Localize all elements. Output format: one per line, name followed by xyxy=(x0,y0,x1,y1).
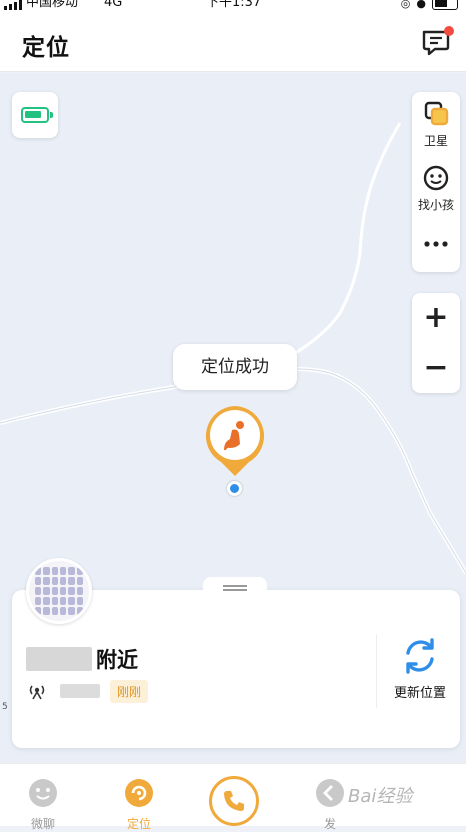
map-toolbar: 卫星 找小孩 xyxy=(412,92,460,272)
page-title: 定位 xyxy=(22,35,70,61)
child-avatar[interactable] xyxy=(26,558,92,624)
tab-location[interactable]: 定位 xyxy=(109,778,169,832)
divider xyxy=(376,634,377,708)
child-location-pin-icon[interactable] xyxy=(202,404,268,478)
more-icon xyxy=(424,241,448,247)
zoom-controls: + − xyxy=(412,293,460,393)
refresh-icon xyxy=(406,638,434,674)
alarm-icon: ● xyxy=(416,0,426,10)
tab-send-label: 发 xyxy=(323,817,336,831)
status-bar: 中国移动 4G 下午1:37 ◎ ● xyxy=(0,0,466,14)
refresh-location-button[interactable]: 更新位置 xyxy=(382,636,458,701)
tab-location-label: 定位 xyxy=(126,817,151,831)
redacted-address xyxy=(26,647,92,671)
satellite-button[interactable]: 卫星 xyxy=(412,100,460,149)
carrier-name: 中国移动 xyxy=(26,0,79,10)
place-name: 附近 xyxy=(26,644,138,674)
location-tab-icon xyxy=(125,779,153,807)
zoom-in-button[interactable]: + xyxy=(412,293,460,343)
battery-icon xyxy=(432,0,458,10)
location-success-bubble: 定位成功 xyxy=(173,344,297,390)
find-child-icon xyxy=(423,165,449,191)
map-scale-label: 5 xyxy=(2,702,8,712)
chat-face-icon xyxy=(29,779,57,807)
battery-status-button[interactable] xyxy=(12,92,58,138)
refresh-label: 更新位置 xyxy=(393,686,446,701)
phone-icon xyxy=(224,791,244,811)
tab-chat-label: 微聊 xyxy=(30,817,55,831)
network-type: 4G xyxy=(104,0,123,10)
signal-icon xyxy=(4,0,22,10)
clock: 下午1:37 xyxy=(206,0,262,10)
find-child-button[interactable]: 找小孩 xyxy=(412,164,460,213)
time-badge: 刚刚 xyxy=(110,679,149,703)
send-tab-icon xyxy=(316,779,344,807)
card-drag-handle[interactable] xyxy=(203,577,267,597)
satellite-icon xyxy=(424,101,449,126)
message-button[interactable] xyxy=(420,26,454,58)
signal-tower-icon xyxy=(29,685,45,700)
app-header: 定位 xyxy=(0,14,466,72)
watermark: Bai经验 xyxy=(348,786,413,807)
satellite-label: 卫星 xyxy=(423,134,448,148)
zoom-out-icon: − xyxy=(423,350,449,385)
current-location-dot xyxy=(227,481,242,496)
unread-dot xyxy=(444,26,454,36)
zoom-in-icon: + xyxy=(423,300,449,335)
more-button[interactable] xyxy=(412,234,460,257)
call-button[interactable] xyxy=(209,776,259,826)
redacted-detail xyxy=(60,684,100,698)
tab-chat[interactable]: 微聊 xyxy=(13,778,73,832)
zoom-out-button[interactable]: − xyxy=(412,343,460,393)
battery-icon xyxy=(21,107,53,123)
find-child-label: 找小孩 xyxy=(417,198,454,212)
place-suffix: 附近 xyxy=(96,648,138,672)
orientation-lock-icon: ◎ xyxy=(400,0,411,10)
